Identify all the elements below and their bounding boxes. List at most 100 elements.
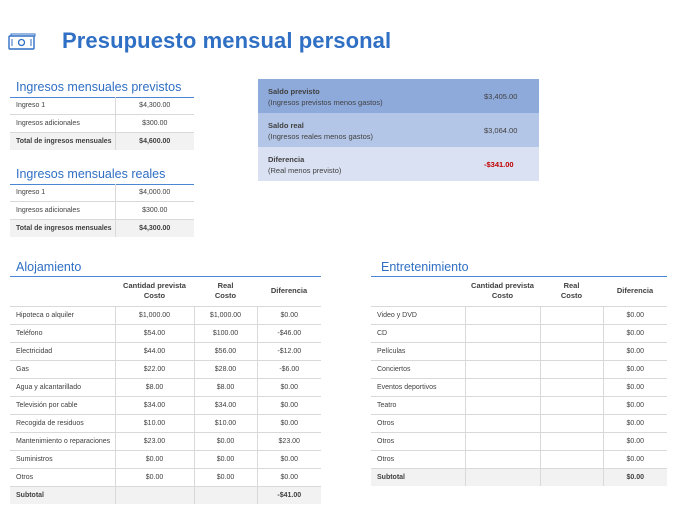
cell-planned[interactable] <box>464 396 540 415</box>
cell-diff: $0.00 <box>602 342 667 361</box>
subtotal-row: Subtotal $0.00 <box>371 468 667 486</box>
row-value[interactable]: $4,300.00 <box>114 97 194 115</box>
cell-planned[interactable]: $0.00 <box>114 450 194 469</box>
total-row: Total de ingresos mensuales $4,600.00 <box>10 132 194 150</box>
cell-planned[interactable] <box>464 432 540 451</box>
table-header: Cantidad prevista Costo Real Costo Diferen… <box>10 276 321 307</box>
cell-actual[interactable] <box>539 360 603 379</box>
balance-planned: Saldo previsto (Ingresos previstos menos … <box>258 79 539 113</box>
balance-difference: Diferencia (Real menos previsto) -$341.00 <box>258 147 539 181</box>
cell-planned[interactable]: $22.00 <box>114 360 194 379</box>
cell-actual[interactable] <box>539 414 603 433</box>
cell-diff: $0.00 <box>602 450 667 469</box>
header-actual: Real Costo <box>194 276 257 307</box>
cell-actual[interactable] <box>539 378 603 397</box>
entertainment-table: Cantidad prevista Costo Real Costo Diferen… <box>371 276 667 486</box>
table-row: Ingresos adicionales $300.00 <box>10 114 194 133</box>
table-row: Gas $22.00 $28.00 -$6.00 <box>10 360 321 379</box>
header-planned: Cantidad prevista Costo <box>465 276 540 307</box>
cell-planned[interactable] <box>464 306 540 325</box>
balance-actual: Saldo real (Ingresos reales menos gastos)… <box>258 113 539 147</box>
total-row: Total de ingresos mensuales $4,300.00 <box>10 219 194 237</box>
cell-diff: $0.00 <box>256 378 321 397</box>
row-value[interactable]: $300.00 <box>114 114 194 133</box>
cell-diff: $0.00 <box>602 432 667 451</box>
cell-actual[interactable]: $8.00 <box>193 378 257 397</box>
table-header: Cantidad prevista Costo Real Costo Diferen… <box>371 276 667 307</box>
cell-actual[interactable] <box>539 342 603 361</box>
cell-diff: $0.00 <box>602 360 667 379</box>
cell-planned <box>464 468 540 486</box>
cell-actual[interactable] <box>539 432 603 451</box>
table-row: Teatro $0.00 <box>371 396 667 415</box>
cell-actual[interactable]: $1,000.00 <box>193 306 257 325</box>
cell-actual[interactable]: $0.00 <box>193 432 257 451</box>
cell-actual[interactable]: $34.00 <box>193 396 257 415</box>
table-row: Otros $0.00 <box>371 432 667 451</box>
cell-diff: -$6.00 <box>256 360 321 379</box>
cell-diff: -$41.00 <box>256 486 321 504</box>
row-value[interactable]: $300.00 <box>114 201 194 220</box>
cell-diff: $0.00 <box>602 306 667 325</box>
cell-planned[interactable] <box>464 414 540 433</box>
balance-sublabel: (Ingresos previstos menos gastos) <box>268 98 383 107</box>
balance-label: Saldo previsto <box>268 87 320 96</box>
table-row: CD $0.00 <box>371 324 667 343</box>
table-row: Ingreso 1 $4,300.00 <box>10 97 194 115</box>
cell-planned[interactable] <box>464 324 540 343</box>
cell-actual[interactable]: $56.00 <box>193 342 257 361</box>
cell-planned[interactable]: $10.00 <box>114 414 194 433</box>
cell-actual[interactable]: $10.00 <box>193 414 257 433</box>
cell-label: Teléfono <box>10 324 115 343</box>
cell-planned[interactable]: $54.00 <box>114 324 194 343</box>
table-row: Películas $0.00 <box>371 342 667 361</box>
cell-planned[interactable]: $44.00 <box>114 342 194 361</box>
cell-planned[interactable]: $1,000.00 <box>114 306 194 325</box>
cell-planned[interactable] <box>464 378 540 397</box>
table-row: Mantenimiento o reparaciones $23.00 $0.00 $… <box>10 432 321 451</box>
table-row: Hipoteca o alquiler $1,000.00 $1,000.00 $0.… <box>10 306 321 325</box>
table-row: Ingreso 1 $4,000.00 <box>10 184 194 202</box>
cell-label: Otros <box>371 414 465 433</box>
cell-actual[interactable] <box>539 324 603 343</box>
header-actual: Real Costo <box>540 276 603 307</box>
cell-planned[interactable]: $23.00 <box>114 432 194 451</box>
cell-diff: $0.00 <box>602 414 667 433</box>
cell-actual[interactable] <box>539 396 603 415</box>
entertainment-heading: Entretenimiento <box>381 260 469 274</box>
housing-table: Cantidad prevista Costo Real Costo Diferen… <box>10 276 321 504</box>
table-row: Ingresos adicionales $300.00 <box>10 201 194 220</box>
table-row: Otros $0.00 <box>371 414 667 433</box>
cell-label: Eventos deportivos <box>371 378 465 397</box>
row-label: Ingreso 1 <box>10 97 115 115</box>
subtotal-row: Subtotal -$41.00 <box>10 486 321 504</box>
cell-planned[interactable] <box>464 360 540 379</box>
table-row: Recogida de residuos $10.00 $10.00 $0.00 <box>10 414 321 433</box>
table-row: Eventos deportivos $0.00 <box>371 378 667 397</box>
cell-planned[interactable]: $0.00 <box>114 468 194 487</box>
table-row: Televisión por cable $34.00 $34.00 $0.00 <box>10 396 321 415</box>
cell-label: Electricidad <box>10 342 115 361</box>
total-value: $4,300.00 <box>114 219 194 237</box>
header-diff: Diferencia <box>257 276 321 307</box>
money-icon <box>8 33 36 50</box>
cell-planned[interactable]: $34.00 <box>114 396 194 415</box>
cell-actual[interactable]: $100.00 <box>193 324 257 343</box>
cell-diff: $0.00 <box>602 468 667 486</box>
cell-planned[interactable]: $8.00 <box>114 378 194 397</box>
balance-sublabel: (Ingresos reales menos gastos) <box>268 132 374 141</box>
total-label: Total de ingresos mensuales <box>10 132 115 150</box>
cell-planned[interactable] <box>464 450 540 469</box>
row-value[interactable]: $4,000.00 <box>114 184 194 202</box>
table-row: Agua y alcantarillado $8.00 $8.00 $0.00 <box>10 378 321 397</box>
table-row: Otros $0.00 <box>371 450 667 469</box>
cell-actual[interactable] <box>539 450 603 469</box>
cell-actual[interactable]: $0.00 <box>193 468 257 487</box>
cell-planned[interactable] <box>464 342 540 361</box>
cell-actual[interactable]: $0.00 <box>193 450 257 469</box>
cell-actual[interactable]: $28.00 <box>193 360 257 379</box>
row-label: Ingresos adicionales <box>10 114 115 133</box>
total-value: $4,600.00 <box>114 132 194 150</box>
cell-diff: $0.00 <box>256 450 321 469</box>
cell-actual[interactable] <box>539 306 603 325</box>
